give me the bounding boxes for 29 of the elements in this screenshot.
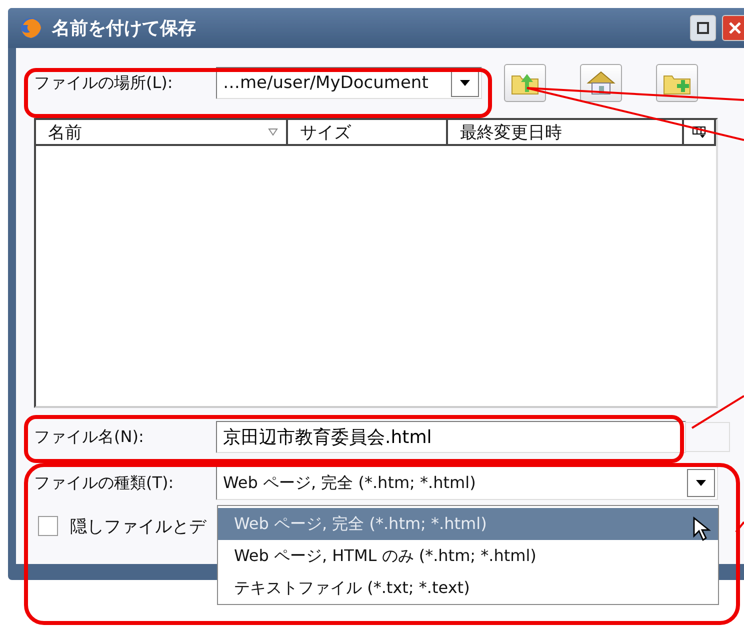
new-folder-button[interactable] [656,64,698,102]
maximize-icon [696,21,710,35]
field-extension [686,422,730,452]
filename-field[interactable]: 京田辺市教育委員会.html [216,421,686,453]
close-button[interactable] [722,15,744,41]
filename-label: ファイル名(N): [34,426,145,448]
leader-line [691,395,744,429]
home-icon [586,70,616,96]
column-header[interactable]: サイズ [288,120,448,146]
sort-icon [268,128,278,136]
dropdown-option[interactable]: テキストファイル (*.txt; *.text) [218,572,718,604]
home-button[interactable] [580,64,622,102]
location-label: ファイルの場所(L): [34,72,174,94]
mouse-cursor-icon [692,516,712,542]
dropdown-option[interactable]: Web ページ, HTML のみ (*.htm; *.html) [218,540,718,572]
column-header[interactable]: 最終変更日時 [448,120,684,146]
checkbox-label: 隠しファイルとデ [70,516,206,538]
filetype-dropdown[interactable]: Web ページ, 完全 (*.htm; *.html) [216,466,718,500]
column-header[interactable]: 名前 [36,120,288,146]
column-picker-icon [692,126,706,138]
window-title: 名前を付けて保存 [52,17,196,40]
dropdown-arrow-icon [695,479,707,487]
maximize-button[interactable] [690,15,716,41]
dropdown-arrow-icon [459,79,471,87]
checkbox[interactable] [38,516,58,536]
column-picker-button[interactable] [684,120,716,146]
up-folder-button[interactable] [504,64,546,102]
filetype-label: ファイルの種類(T): [34,472,175,494]
close-icon [728,21,742,35]
